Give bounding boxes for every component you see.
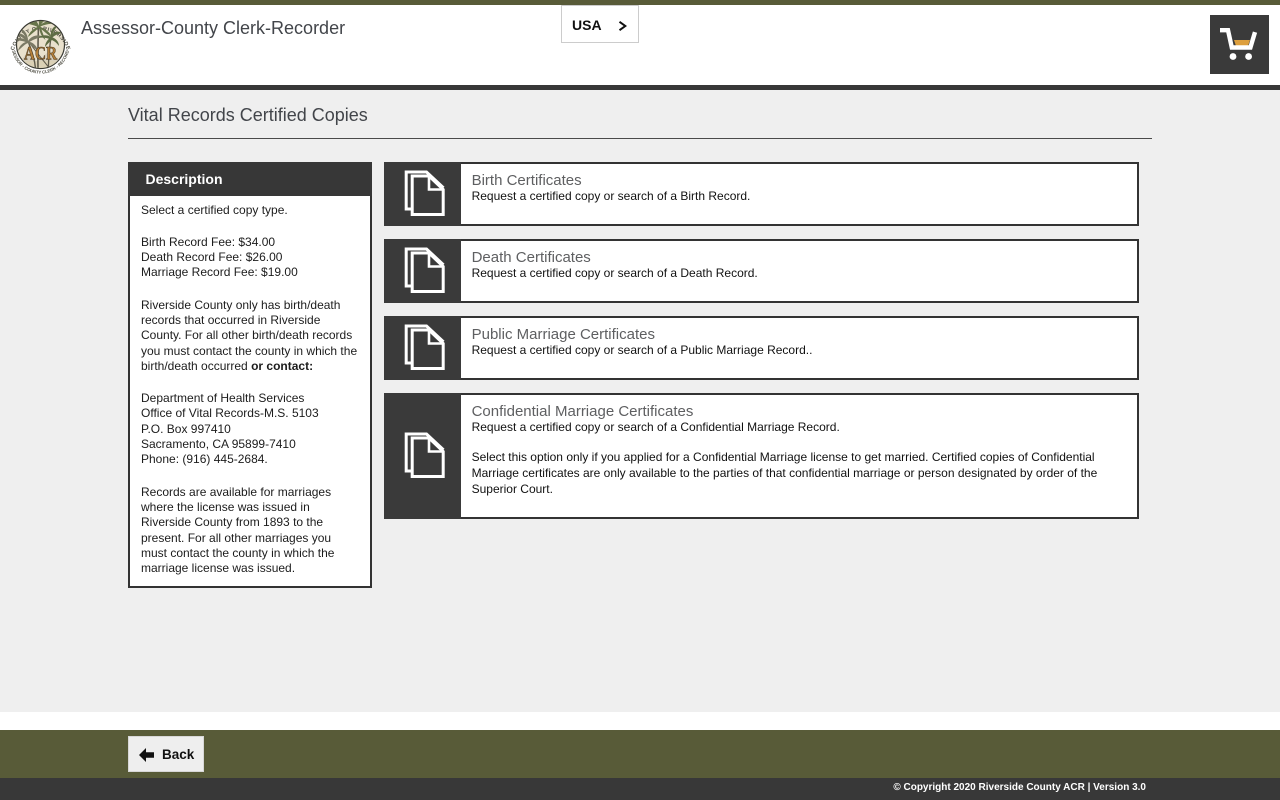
svg-text:ACR: ACR	[24, 44, 57, 65]
